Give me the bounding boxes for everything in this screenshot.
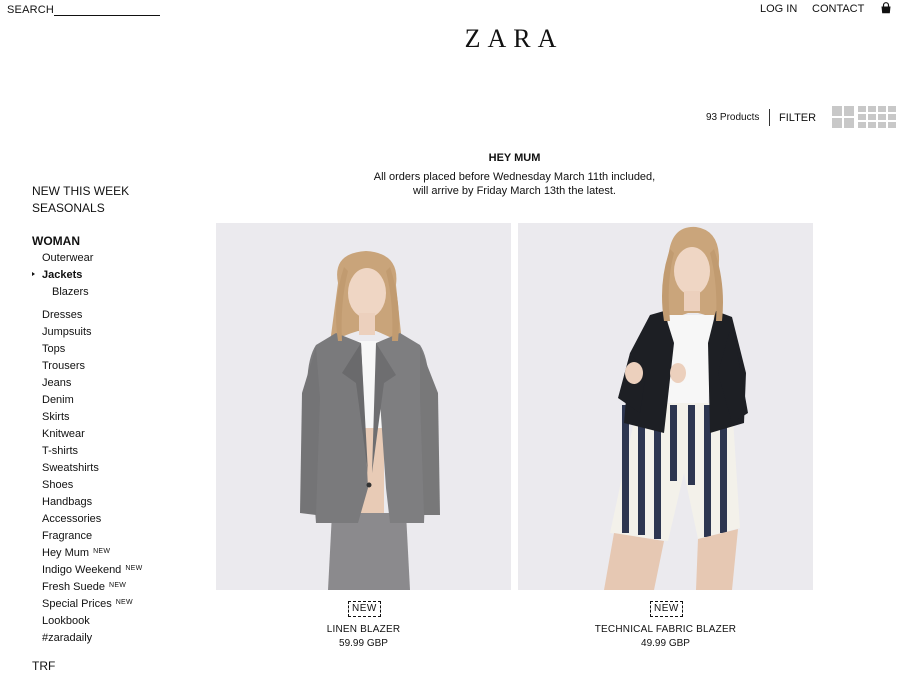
sidebar-item-jeans[interactable]: Jeans <box>42 377 71 389</box>
sidebar-item-handbags[interactable]: Handbags <box>42 496 92 508</box>
model-photo-black-blazer <box>604 226 748 590</box>
product-image-linen-blazer[interactable] <box>216 223 511 590</box>
sidebar-item-blazers[interactable]: Blazers <box>52 286 89 298</box>
sidebar-item-fragrance[interactable]: Fragrance <box>42 530 92 542</box>
sidebar-item-accessories[interactable]: Accessories <box>42 513 101 525</box>
sidebar-item-label: Indigo Weekend <box>42 564 122 576</box>
sidebar-item-label: Hey Mum <box>42 547 90 559</box>
sidebar-item-lookbook[interactable]: Lookbook <box>42 615 90 627</box>
product-image-technical-fabric-blazer[interactable] <box>518 223 813 590</box>
grid-cell <box>868 122 876 128</box>
grid-large-view-icon[interactable] <box>832 106 854 128</box>
new-badge: NEW <box>650 601 683 617</box>
grid-cell <box>868 106 876 112</box>
sidebar-item-zaradaily[interactable]: #zaradaily <box>42 632 92 644</box>
banner-message-line-1: All orders placed before Wednesday March… <box>373 171 656 183</box>
sidebar-item-indigo-weekend[interactable]: Indigo Weekend NEW <box>42 564 143 576</box>
product-price: 59.99 GBP <box>339 638 388 649</box>
filter-button[interactable]: FILTER <box>779 112 816 124</box>
filter-divider <box>769 109 770 126</box>
grid-cell <box>858 114 866 120</box>
sidebar-item-hey-mum[interactable]: Hey Mum NEW <box>42 547 110 559</box>
new-tag: NEW <box>125 565 143 572</box>
sidebar-item-shoes[interactable]: Shoes <box>42 479 73 491</box>
active-arrow-icon <box>32 272 35 276</box>
grid-cell <box>878 114 886 120</box>
sidebar-item-trousers[interactable]: Trousers <box>42 360 85 372</box>
product-price: 49.99 GBP <box>641 638 690 649</box>
sidebar-item-outerwear[interactable]: Outerwear <box>42 252 93 264</box>
banner-title: HEY MUM <box>488 152 541 164</box>
sidebar-item-new-this-week[interactable]: NEW THIS WEEK <box>32 184 129 198</box>
new-tag: NEW <box>108 582 127 589</box>
grid-cell <box>858 106 866 112</box>
sidebar-item-dresses[interactable]: Dresses <box>42 309 82 321</box>
sidebar-item-label: Fresh Suede <box>42 581 105 593</box>
products-count: 93 Products <box>706 112 760 123</box>
zara-logo[interactable]: ZARA <box>0 24 910 54</box>
grid-cell <box>888 122 896 128</box>
search-label: SEARCH <box>7 4 55 16</box>
new-badge: NEW <box>348 601 381 617</box>
grid-cell <box>878 122 886 128</box>
sidebar-item-jumpsuits[interactable]: Jumpsuits <box>42 326 92 338</box>
new-tag: NEW <box>93 548 111 555</box>
sidebar-item-seasonals[interactable]: SEASONALS <box>32 201 105 215</box>
sidebar-item-denim[interactable]: Denim <box>42 394 74 406</box>
sidebar-item-trf[interactable]: TRF <box>32 659 55 673</box>
grid-cell <box>858 122 866 128</box>
sidebar-item-t-shirts[interactable]: T-shirts <box>42 445 78 457</box>
sidebar-item-sweatshirts[interactable]: Sweatshirts <box>42 462 99 474</box>
contact-link[interactable]: CONTACT <box>812 3 864 15</box>
shopping-bag-icon[interactable] <box>880 2 892 14</box>
model-photo-grey-blazer <box>300 251 440 590</box>
grid-cell <box>868 114 876 120</box>
new-tag: NEW <box>115 599 133 606</box>
sidebar-item-tops[interactable]: Tops <box>42 343 65 355</box>
product-name[interactable]: TECHNICAL FABRIC BLAZER <box>518 624 813 635</box>
sidebar-item-knitwear[interactable]: Knitwear <box>42 428 85 440</box>
login-link[interactable]: LOG IN <box>760 3 797 15</box>
product-name[interactable]: LINEN BLAZER <box>216 624 511 635</box>
sidebar-item-jackets[interactable]: Jackets <box>42 269 82 281</box>
sidebar-item-special-prices[interactable]: Special Prices NEW <box>42 598 133 610</box>
search-input[interactable] <box>54 2 160 16</box>
sidebar-item-fresh-suede[interactable]: Fresh Suede NEW <box>42 581 126 593</box>
grid-cell <box>878 106 886 112</box>
sidebar-item-label: Special Prices <box>42 598 112 610</box>
banner-message-line-2: will arrive by Friday March 13th the lat… <box>413 185 616 197</box>
grid-cell <box>888 114 896 120</box>
grid-small-view-icon[interactable] <box>858 106 897 128</box>
grid-cell <box>888 106 896 112</box>
sidebar-item-skirts[interactable]: Skirts <box>42 411 70 423</box>
sidebar-section-woman[interactable]: WOMAN <box>32 234 80 248</box>
